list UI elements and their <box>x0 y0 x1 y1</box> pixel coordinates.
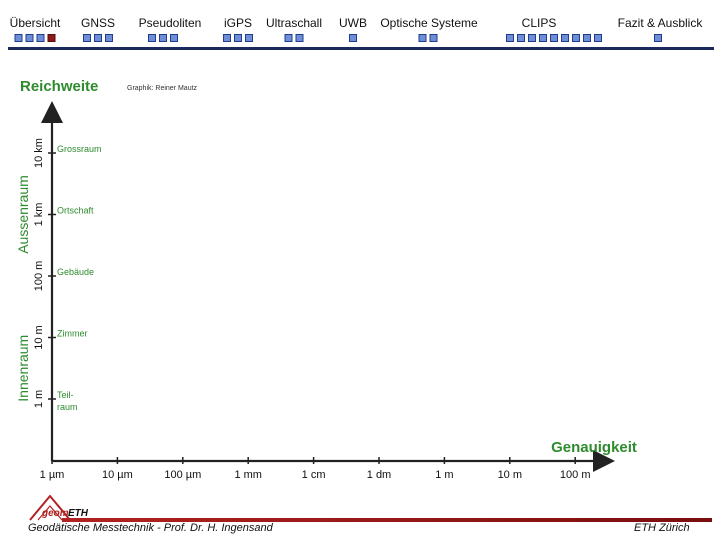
footer-course-title: Geodätische Messtechnik - Prof. Dr. H. I… <box>28 522 273 534</box>
range-categories: Teil-raum Zimmer Gebäude Ortschaft Grossraum <box>57 144 102 412</box>
range-category-line: Gebäude <box>57 267 94 277</box>
x-axis-label: Genauigkeit <box>551 439 637 456</box>
x-tick-label: 100 m <box>560 469 591 481</box>
range-groups: Innenraum Aussenraum <box>15 175 31 402</box>
x-tick-label: 1 m <box>435 469 453 481</box>
range-category-line: Ortschaft <box>57 206 94 216</box>
range-category-line: Zimmer <box>57 329 88 339</box>
y-tick-label: 10 m <box>33 325 45 349</box>
range-category-label: Grossraum <box>57 144 102 154</box>
x-tick-label: 10 m <box>498 469 522 481</box>
range-category-label: Ortschaft <box>57 206 94 216</box>
range-category-label: Zimmer <box>57 329 88 339</box>
x-tick-label: 1 dm <box>367 469 391 481</box>
x-tick-label: 1 cm <box>302 469 326 481</box>
x-tick-label: 100 µm <box>164 469 201 481</box>
y-tick-label: 100 m <box>33 261 45 292</box>
range-category-label: Teil-raum <box>57 390 78 412</box>
footer-institution: ETH Zürich <box>634 522 690 534</box>
y-tick-label: 1 m <box>33 390 45 408</box>
y-tick-label: 1 km <box>33 203 45 227</box>
x-tick-label: 1 mm <box>234 469 262 481</box>
range-category-label: Gebäude <box>57 267 94 277</box>
range-group-label: Innenraum <box>15 335 31 402</box>
range-group-label: Aussenraum <box>15 175 31 254</box>
range-category-line: Teil- <box>57 390 74 400</box>
x-tick-label: 10 µm <box>102 469 133 481</box>
range-category-line: Grossraum <box>57 144 102 154</box>
y-tick-label: 10 km <box>33 138 45 168</box>
x-tick-label: 1 µm <box>40 469 65 481</box>
range-accuracy-chart: 1 µm 10 µm 100 µm 1 mm 1 cm 1 dm 1 m 10 m 100 m … <box>15 101 637 481</box>
range-category-line: raum <box>57 402 78 412</box>
